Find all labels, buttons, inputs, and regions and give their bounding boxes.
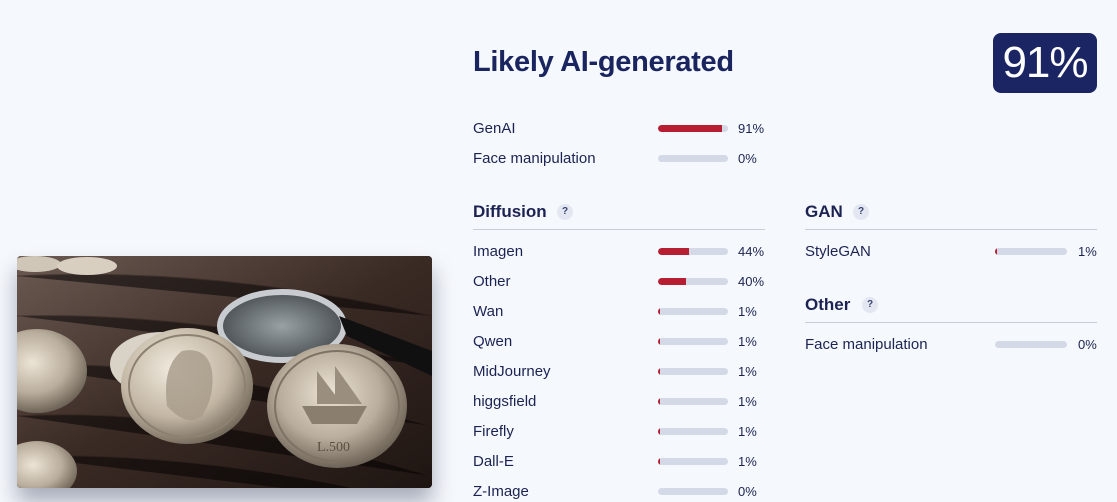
- row-label: Other: [473, 273, 511, 290]
- row-label: higgsfield: [473, 393, 537, 410]
- progress-bar: [995, 248, 1067, 255]
- diffusion-row-imagen: Imagen 44%: [473, 242, 773, 262]
- progress-fill: [658, 428, 661, 435]
- diffusion-row-z-image: Z-Image 0%: [473, 482, 773, 502]
- row-percent: 0%: [1078, 337, 1097, 352]
- progress-bar: [995, 341, 1067, 348]
- other-row-face-manipulation: Face manipulation 0%: [805, 335, 1105, 355]
- diffusion-row-midjourney: MidJourney 1%: [473, 362, 773, 382]
- row-label: GenAI: [473, 120, 516, 137]
- analyzed-image: L.500: [17, 256, 432, 488]
- row-percent: 91%: [738, 121, 765, 136]
- summary-row-face-manipulation: Face manipulation 0%: [473, 149, 773, 169]
- progress-fill: [995, 248, 998, 255]
- diffusion-row-qwen: Qwen 1%: [473, 332, 773, 352]
- score-badge: 91%: [993, 33, 1097, 93]
- analysis-page: L.500 Likely AI-generated 91% GenAI 91% …: [0, 0, 1117, 502]
- progress-fill: [658, 308, 661, 315]
- row-label: MidJourney: [473, 363, 551, 380]
- progress-fill: [658, 368, 661, 375]
- progress-fill: [658, 278, 686, 285]
- row-label: Face manipulation: [805, 336, 928, 353]
- row-percent: 1%: [738, 304, 757, 319]
- row-percent: 0%: [738, 484, 757, 499]
- row-label: Firefly: [473, 423, 514, 440]
- progress-fill: [658, 398, 661, 405]
- row-label: StyleGAN: [805, 243, 871, 260]
- row-percent: 44%: [738, 244, 765, 259]
- section-title: GAN: [805, 202, 843, 221]
- progress-bar: [658, 398, 728, 405]
- row-percent: 1%: [738, 364, 757, 379]
- section-title: Other: [805, 295, 851, 314]
- progress-bar: [658, 278, 728, 285]
- diffusion-row-wan: Wan 1%: [473, 302, 773, 322]
- progress-fill: [658, 338, 661, 345]
- progress-bar: [658, 338, 728, 345]
- row-label: Wan: [473, 303, 504, 320]
- help-icon[interactable]: ?: [862, 297, 878, 313]
- row-percent: 1%: [738, 334, 757, 349]
- diffusion-row-other: Other 40%: [473, 272, 773, 292]
- progress-bar: [658, 458, 728, 465]
- diffusion-row-firefly: Firefly 1%: [473, 422, 773, 442]
- diffusion-row-dall-e: Dall-E 1%: [473, 452, 773, 472]
- row-label: Imagen: [473, 243, 524, 260]
- row-percent: 40%: [738, 274, 765, 289]
- row-percent: 1%: [738, 394, 757, 409]
- diffusion-section-header: Diffusion ?: [473, 202, 765, 230]
- svg-text:L.500: L.500: [317, 440, 350, 455]
- row-label: Z-Image: [473, 483, 529, 500]
- row-percent: 1%: [738, 454, 757, 469]
- row-label: Qwen: [473, 333, 513, 350]
- progress-bar: [658, 428, 728, 435]
- progress-bar: [658, 308, 728, 315]
- row-percent: 1%: [738, 424, 757, 439]
- progress-bar: [658, 488, 728, 495]
- row-percent: 1%: [1078, 244, 1097, 259]
- verdict-title: Likely AI-generated: [473, 46, 734, 78]
- other-section-header: Other ?: [805, 295, 1097, 323]
- row-percent: 0%: [738, 151, 757, 166]
- help-icon[interactable]: ?: [557, 204, 573, 220]
- row-label: Face manipulation: [473, 150, 596, 167]
- progress-fill: [658, 458, 661, 465]
- progress-bar: [658, 368, 728, 375]
- diffusion-row-higgsfield: higgsfield 1%: [473, 392, 773, 412]
- progress-bar: [658, 125, 728, 132]
- progress-bar: [658, 155, 728, 162]
- progress-fill: [658, 125, 722, 132]
- progress-bar: [658, 248, 728, 255]
- section-title: Diffusion: [473, 202, 547, 221]
- gan-section-header: GAN ?: [805, 202, 1097, 230]
- summary-row-genai: GenAI 91%: [473, 119, 773, 139]
- progress-fill: [658, 248, 689, 255]
- help-icon[interactable]: ?: [853, 204, 869, 220]
- row-label: Dall-E: [473, 453, 514, 470]
- gan-row-stylegan: StyleGAN 1%: [805, 242, 1105, 262]
